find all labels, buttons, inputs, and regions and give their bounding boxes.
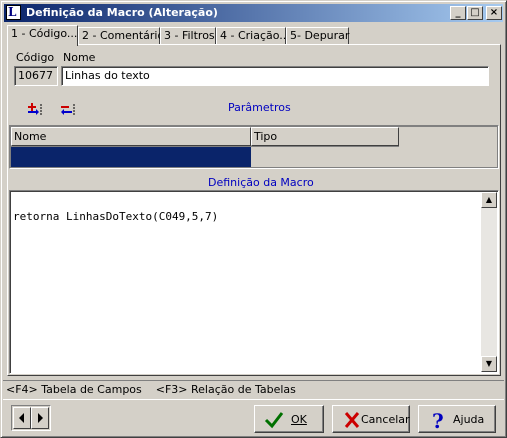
column-header-nome[interactable]: Nome bbox=[11, 127, 251, 146]
next-button[interactable] bbox=[31, 407, 49, 429]
parameter-row-selected-nome[interactable] bbox=[11, 147, 251, 167]
tab-filtros[interactable]: 3 - Filtros bbox=[160, 27, 216, 44]
parametros-title: Parâmetros bbox=[228, 101, 291, 114]
svg-text:?: ? bbox=[432, 410, 444, 430]
tab-criacao[interactable]: 4 - Criação... bbox=[216, 27, 290, 44]
cancel-button[interactable]: Cancelar bbox=[332, 405, 410, 433]
parameters-grid[interactable]: Nome Tipo bbox=[9, 125, 499, 169]
codigo-field: 10677 bbox=[14, 66, 58, 86]
macro-code-text[interactable]: retorna LinhasDoTexto(C049,5,7) bbox=[13, 210, 218, 223]
add-parameter-button[interactable] bbox=[27, 101, 47, 117]
nav-prev-icon bbox=[19, 413, 24, 423]
help-button[interactable]: ? Ajuda bbox=[418, 405, 496, 433]
window-title: Definição da Macro (Alteração) bbox=[26, 6, 218, 19]
help-icon: ? bbox=[432, 410, 444, 430]
navigation-group bbox=[11, 405, 51, 431]
ok-button[interactable]: OK bbox=[254, 405, 324, 433]
remove-parameter-icon bbox=[61, 104, 75, 115]
remove-parameter-button[interactable] bbox=[59, 101, 79, 117]
grid-empty-area bbox=[399, 127, 497, 167]
nome-field[interactable]: Linhas do texto bbox=[61, 66, 489, 86]
cancel-label: Cancelar bbox=[361, 413, 410, 426]
minimize-button[interactable]: _ bbox=[450, 6, 466, 20]
status-bar: <F4> Tabela de Campos <F3> Relação de Ta… bbox=[3, 380, 504, 400]
vertical-scrollbar[interactable]: ▲ ▼ bbox=[481, 192, 497, 372]
codigo-label: Código bbox=[16, 51, 55, 64]
tab-comentarios[interactable]: 2 - Comentários bbox=[78, 27, 170, 44]
definicao-title: Definição da Macro bbox=[208, 176, 314, 189]
macro-definition-window: L Definição da Macro (Alteração) _ □ × 1… bbox=[0, 0, 507, 438]
ok-label: OK bbox=[291, 413, 307, 426]
nome-label: Nome bbox=[63, 51, 96, 64]
close-button[interactable]: × bbox=[486, 6, 502, 20]
tab-depurar[interactable]: 5- Depurar bbox=[286, 27, 349, 44]
macro-code-editor[interactable]: retorna LinhasDoTexto(C049,5,7) ▲ ▼ bbox=[9, 190, 499, 374]
nav-next-icon bbox=[38, 413, 43, 423]
scroll-up-button[interactable]: ▲ bbox=[481, 192, 497, 208]
title-bar: L Definição da Macro (Alteração) _ □ × bbox=[4, 4, 503, 22]
prev-button[interactable] bbox=[13, 407, 31, 429]
help-label: Ajuda bbox=[453, 413, 485, 426]
check-icon bbox=[264, 412, 284, 429]
x-icon bbox=[344, 412, 360, 428]
maximize-button[interactable]: □ bbox=[467, 6, 483, 20]
parameter-row-selected-tipo[interactable] bbox=[251, 147, 399, 167]
tab-codigo[interactable]: 1 - Código... bbox=[7, 25, 78, 46]
add-parameter-icon bbox=[28, 103, 42, 115]
shortcuts-hint: <F4> Tabela de Campos <F3> Relação de Ta… bbox=[6, 383, 296, 396]
column-header-tipo[interactable]: Tipo bbox=[251, 127, 399, 146]
app-icon: L bbox=[6, 5, 21, 20]
scroll-down-button[interactable]: ▼ bbox=[481, 356, 497, 372]
